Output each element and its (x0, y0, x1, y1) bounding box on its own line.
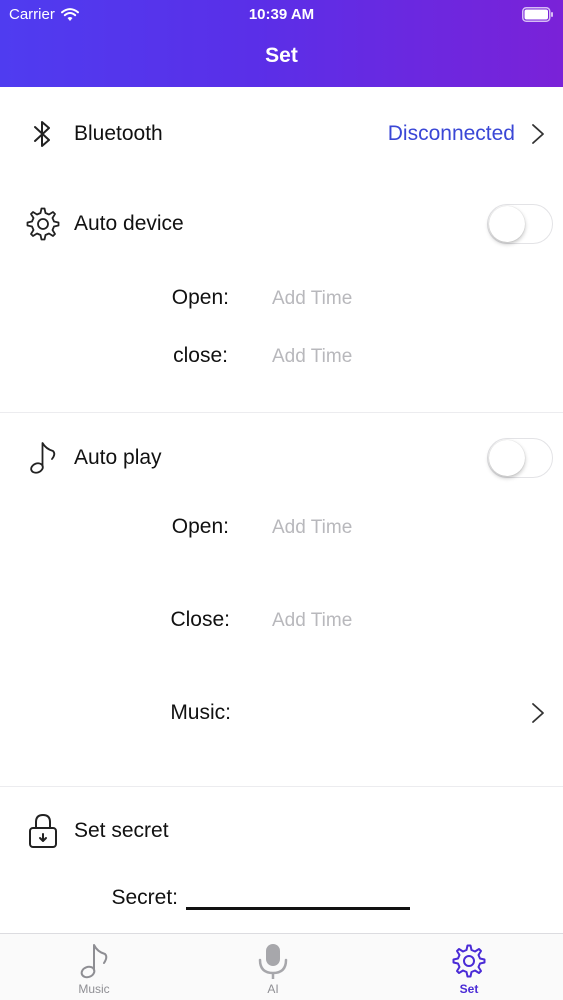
auto-device-open-time[interactable]: Add Time (272, 288, 352, 310)
toggle-knob (489, 440, 525, 476)
status-time: 10:39 AM (248, 6, 315, 23)
bluetooth-status: Disconnected (387, 122, 515, 145)
auto-device-label: Auto device (74, 212, 184, 235)
tab-set[interactable]: Set (409, 934, 529, 1000)
chevron-right-icon (532, 124, 544, 144)
bluetooth-row[interactable]: Bluetooth Disconnected (0, 110, 563, 158)
music-label: Music: (170, 701, 231, 724)
auto-device-open-label: Open: (171, 286, 229, 309)
gear-icon (451, 942, 487, 980)
auto-device-toggle[interactable] (487, 204, 553, 244)
auto-device-close-label: close: (173, 344, 228, 367)
tab-label: Set (459, 982, 479, 996)
tab-bar: Music AI Set (0, 933, 563, 1000)
secret-field-label: Secret: (111, 886, 178, 909)
toggle-knob (489, 206, 525, 242)
microphone-icon (255, 942, 291, 980)
battery-icon (522, 7, 553, 22)
auto-play-toggle[interactable] (487, 438, 553, 478)
tab-ai[interactable]: AI (213, 934, 333, 1000)
secret-input[interactable] (190, 884, 408, 906)
auto-play-close-time[interactable]: Add Time (272, 610, 352, 632)
bluetooth-label: Bluetooth (74, 122, 163, 145)
chevron-right-icon (532, 703, 544, 723)
auto-device-row: Auto device (0, 200, 563, 248)
music-select-row[interactable]: Music: (0, 690, 563, 736)
auto-play-open-label: Open: (171, 515, 229, 538)
tab-music[interactable]: Music (34, 934, 154, 1000)
music-note-icon (26, 441, 60, 475)
section-divider (0, 786, 563, 787)
auto-play-row: Auto play (0, 434, 563, 482)
gear-icon (26, 207, 60, 241)
set-secret-row: Set secret (0, 807, 563, 855)
tab-label: Music (78, 982, 110, 996)
auto-play-label: Auto play (74, 446, 162, 469)
set-secret-label: Set secret (74, 819, 169, 842)
auto-play-open-time[interactable]: Add Time (272, 517, 352, 539)
page-title: Set (265, 44, 298, 67)
header: Carrier 10:39 AM Set (0, 0, 563, 87)
lock-icon (26, 813, 60, 848)
music-note-icon (76, 942, 112, 980)
auto-play-close-label: Close: (170, 608, 230, 631)
status-bar: Carrier 10:39 AM (0, 0, 563, 30)
auto-device-close-time[interactable]: Add Time (272, 346, 352, 368)
tab-label: AI (267, 982, 279, 996)
secret-input-underline (186, 907, 410, 910)
bluetooth-icon (26, 117, 60, 151)
section-divider (0, 412, 563, 413)
